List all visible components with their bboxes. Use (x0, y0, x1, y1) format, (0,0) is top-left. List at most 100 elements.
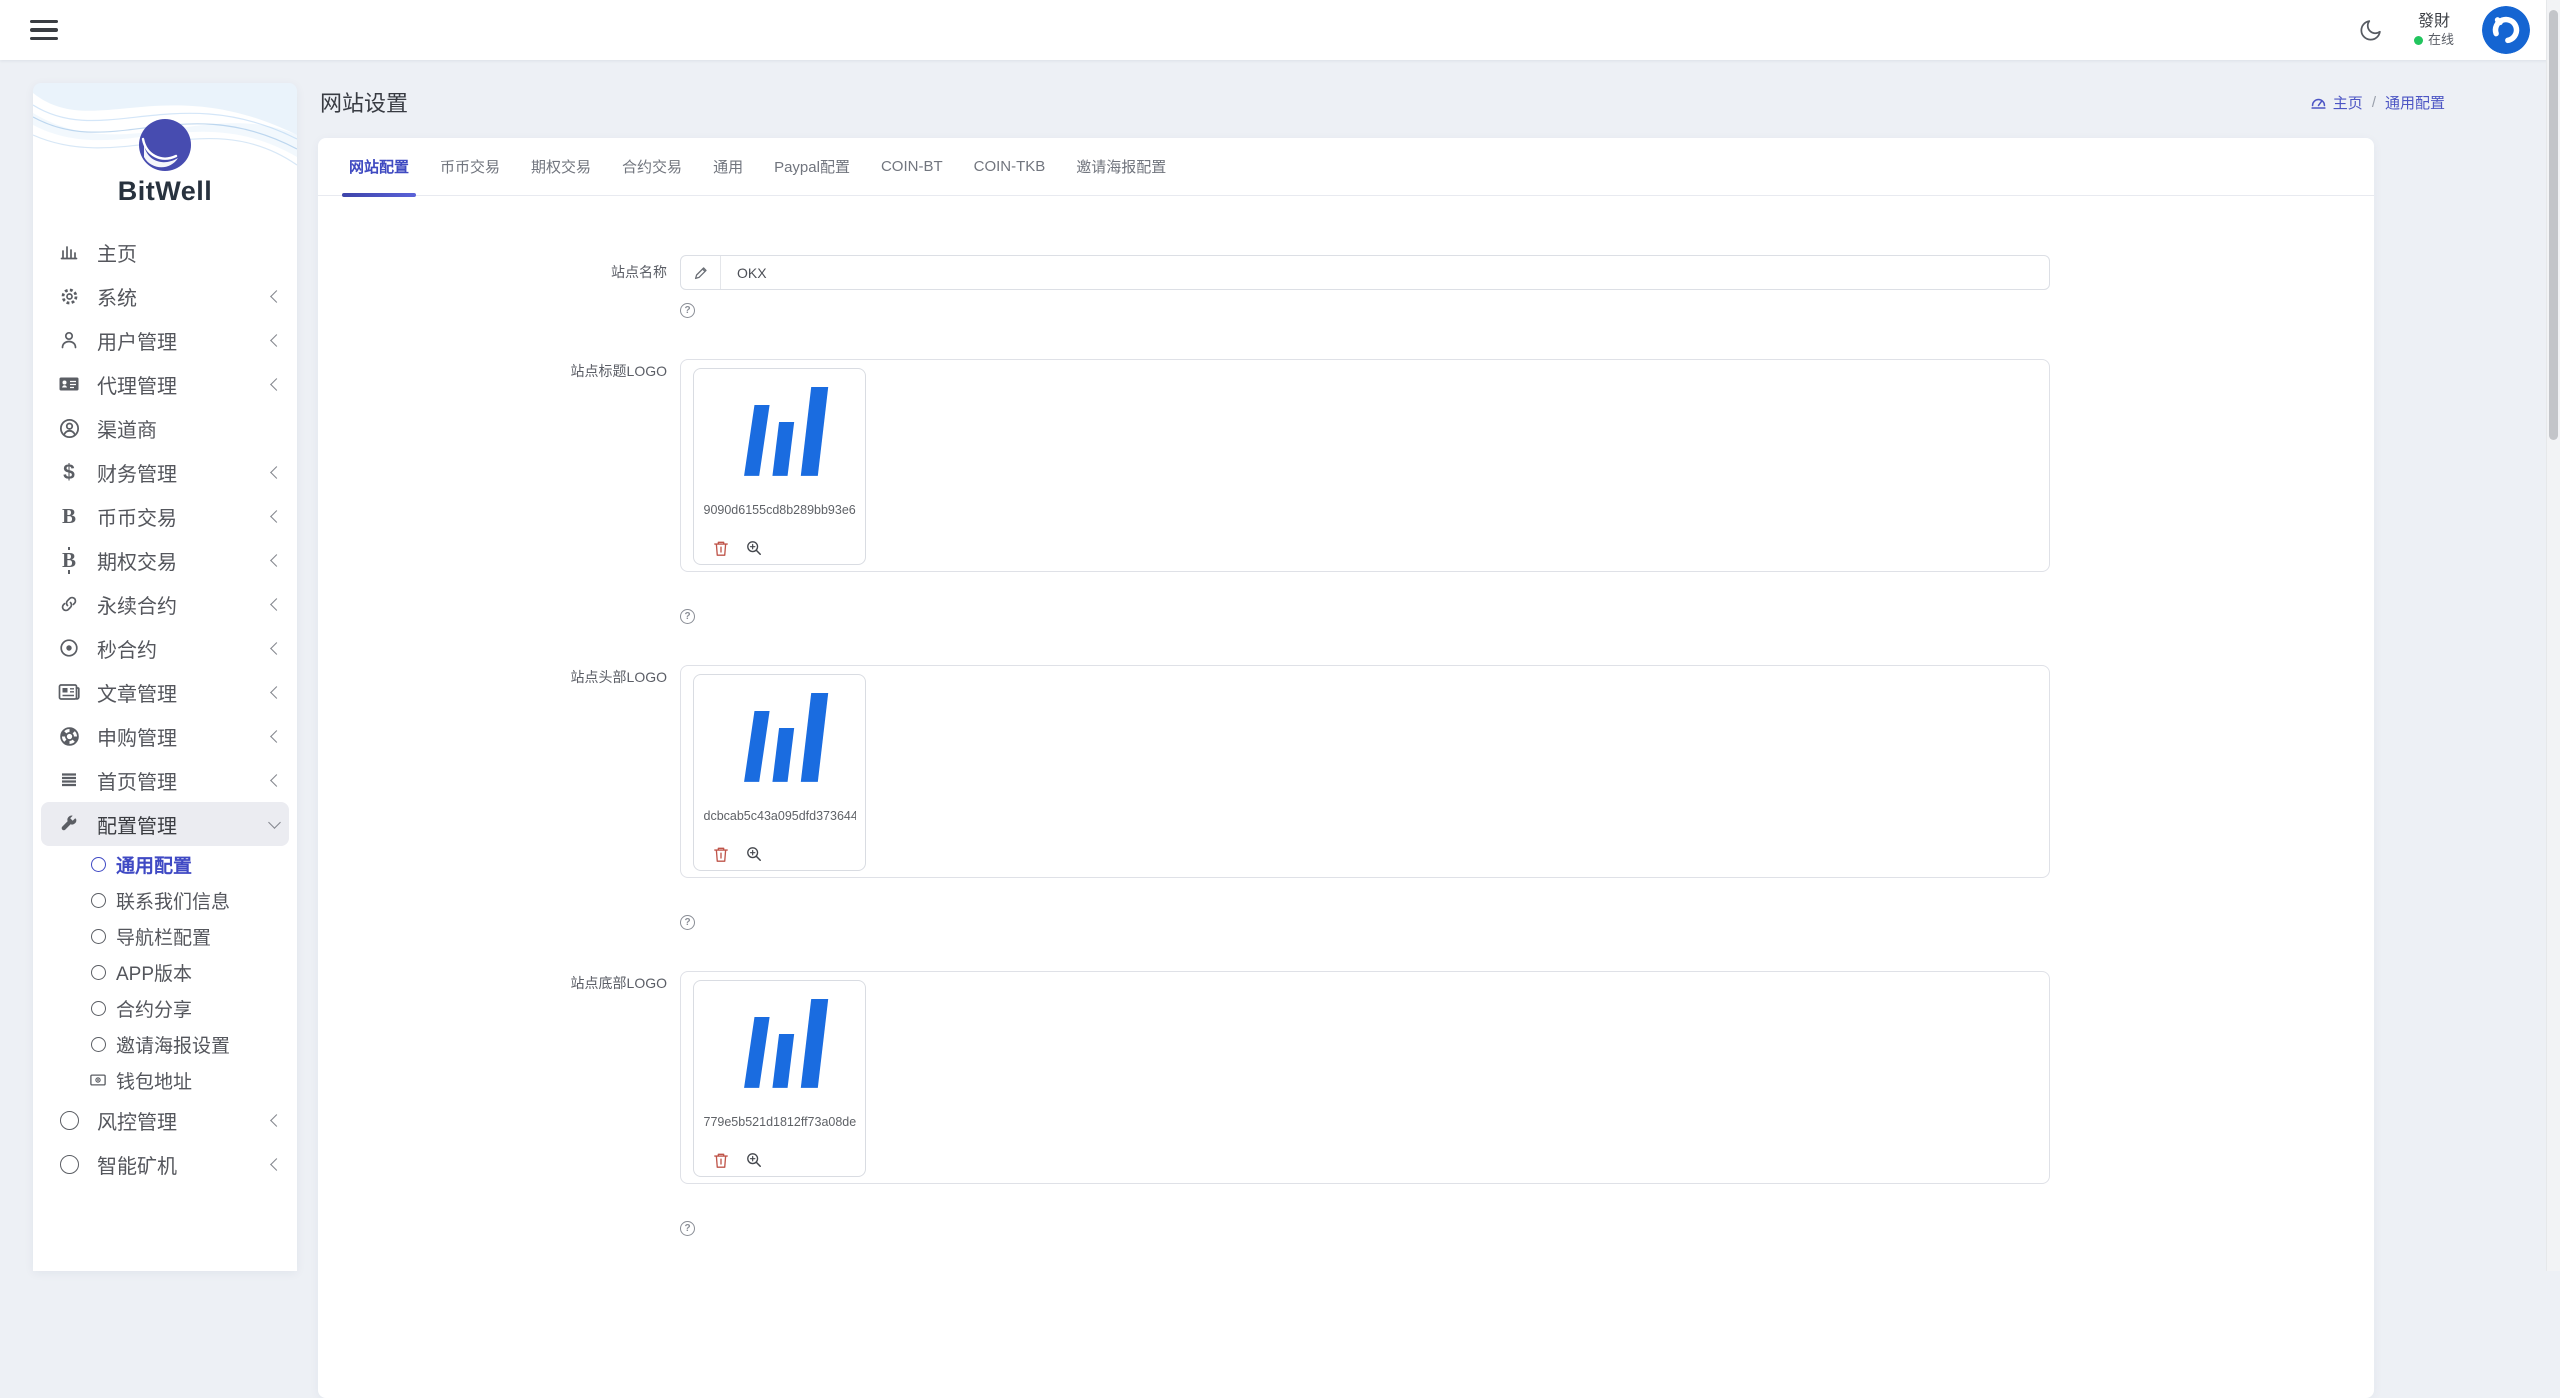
sidebar-item[interactable]: 风控管理 (33, 1098, 297, 1142)
chevron-down-icon (268, 816, 281, 829)
help-icon[interactable]: ? (680, 1221, 695, 1236)
sidebar-item[interactable]: B 期权交易 (33, 538, 297, 582)
sidebar-item[interactable]: 永续合约 (33, 582, 297, 626)
uploaded-filename: 779e5b521d1812ff73a08de... (704, 1115, 856, 1129)
chevron-left-icon (270, 290, 283, 303)
list-icon (57, 768, 81, 792)
sidebar-item[interactable]: 文章管理 (33, 670, 297, 714)
sidebar-item[interactable]: 主页 (33, 230, 297, 274)
dark-mode-toggle[interactable] (2356, 15, 2386, 45)
uploaded-filename: 9090d6155cd8b289bb93e6... (704, 503, 856, 517)
sidebar-item[interactable]: 渠道商 (33, 406, 297, 450)
user-icon (57, 328, 81, 352)
avatar[interactable] (2482, 6, 2530, 54)
gear-icon (57, 284, 81, 308)
sidebar-item[interactable]: 代理管理 (33, 362, 297, 406)
site-name-input[interactable] (721, 256, 2049, 289)
delete-file-button[interactable] (713, 1152, 729, 1169)
wrench-icon (57, 812, 81, 836)
sidebar-item[interactable]: 申购管理 (33, 714, 297, 758)
brand: BitWell (33, 83, 297, 230)
logo-upload-dropzone[interactable]: dcbcab5c43a095dfd373644... (680, 665, 2050, 878)
person-circle-icon (57, 416, 81, 440)
tab[interactable]: COIN-BT (881, 138, 943, 196)
sidebar-item[interactable]: APP版本 (33, 954, 297, 990)
life-ring-icon (57, 724, 81, 748)
settings-card: 网站配置币币交易期权交易合约交易通用 Paypal配置 COIN-BT COIN-TK… (318, 138, 2374, 1398)
moon-icon (2358, 17, 2384, 43)
sidebar: BitWell 主页 系统 用户管理 代理管理 渠道商 $ 财务管理 B 币币交… (33, 83, 297, 1271)
logo-row-label: 站点头部LOGO (318, 665, 667, 878)
bar-chart-icon (57, 240, 81, 264)
tab[interactable]: 币币交易 (440, 138, 500, 196)
uploaded-filename: dcbcab5c43a095dfd373644... (704, 809, 856, 823)
page-title: 网站设置 (320, 86, 408, 118)
brand-name: BitWell (33, 176, 297, 207)
online-status-dot (2414, 36, 2423, 45)
hamburger-menu-icon[interactable] (30, 20, 58, 40)
user-status-label: 在线 (2428, 32, 2454, 48)
chevron-left-icon (270, 466, 283, 479)
help-row: ? (680, 1218, 2374, 1233)
chevron-left-icon (270, 510, 283, 523)
breadcrumb-separator: / (2372, 94, 2376, 111)
delete-file-button[interactable] (713, 540, 729, 557)
sidebar-item[interactable]: 联系我们信息 (33, 882, 297, 918)
sidebar-item[interactable]: 合约分享 (33, 990, 297, 1026)
chevron-left-icon (270, 774, 283, 787)
sidebar-item[interactable]: 首页管理 (33, 758, 297, 802)
logo-upload-dropzone[interactable]: 9090d6155cd8b289bb93e6... (680, 359, 2050, 572)
sidebar-item[interactable]: 智能矿机 (33, 1142, 297, 1186)
tab[interactable]: Paypal配置 (774, 138, 850, 196)
sidebar-item[interactable]: 导航栏配置 (33, 918, 297, 954)
chevron-left-icon (270, 334, 283, 347)
preview-file-button[interactable] (746, 540, 762, 557)
sidebar-item[interactable]: 秒合约 (33, 626, 297, 670)
logo-upload-row: 站点头部LOGO dcbcab5c43a095dfd373644... (318, 665, 2374, 878)
target-icon (57, 636, 81, 660)
trash-icon (713, 540, 729, 557)
sidebar-item[interactable]: 用户管理 (33, 318, 297, 362)
tab[interactable]: 网站配置 (349, 138, 409, 196)
chevron-left-icon (270, 1158, 283, 1171)
preview-file-button[interactable] (746, 846, 762, 863)
chevron-left-icon (270, 730, 283, 743)
trash-icon (713, 846, 729, 863)
pencil-icon (681, 256, 721, 289)
zoom-in-icon (746, 540, 762, 556)
delete-file-button[interactable] (713, 846, 729, 863)
scrollbar-thumb[interactable] (2549, 10, 2558, 440)
sidebar-item[interactable]: 配置管理 (41, 802, 289, 846)
avatar-logo-icon (2482, 6, 2530, 54)
help-icon[interactable]: ? (680, 303, 695, 318)
tab[interactable]: 合约交易 (622, 138, 682, 196)
user-name: 發財 (2418, 12, 2450, 32)
breadcrumb-current[interactable]: 通用配置 (2385, 92, 2445, 113)
circle-icon (90, 964, 106, 980)
sidebar-item[interactable]: 系统 (33, 274, 297, 318)
tab[interactable]: 通用 (713, 138, 743, 196)
logo-upload-dropzone[interactable]: 779e5b521d1812ff73a08de... (680, 971, 2050, 1184)
tab[interactable]: 邀请海报配置 (1076, 138, 1166, 196)
help-icon[interactable]: ? (680, 915, 695, 930)
chevron-left-icon (270, 554, 283, 567)
logo-upload-row: 站点标题LOGO 9090d6155cd8b289bb93e6... (318, 359, 2374, 572)
help-icon[interactable]: ? (680, 609, 695, 624)
preview-file-button[interactable] (746, 1152, 762, 1169)
circle-icon (90, 1000, 106, 1016)
help-row: ? (680, 300, 2374, 315)
sidebar-item[interactable]: 通用配置 (33, 846, 297, 882)
trash-icon (713, 1152, 729, 1169)
sidebar-item[interactable]: $ 财务管理 (33, 450, 297, 494)
user-info: 發財 在线 (2414, 12, 2454, 48)
zoom-in-icon (746, 846, 762, 862)
tab[interactable]: 期权交易 (531, 138, 591, 196)
sidebar-item[interactable]: 钱包地址 (33, 1062, 297, 1098)
tab[interactable]: COIN-TKB (974, 138, 1046, 196)
chevron-left-icon (270, 686, 283, 699)
brand-logo-icon (139, 119, 191, 171)
sidebar-item[interactable]: 邀请海报设置 (33, 1026, 297, 1062)
sidebar-item[interactable]: B 币币交易 (33, 494, 297, 538)
breadcrumb-home-link[interactable]: 主页 (2310, 92, 2363, 113)
chevron-left-icon (270, 1114, 283, 1127)
